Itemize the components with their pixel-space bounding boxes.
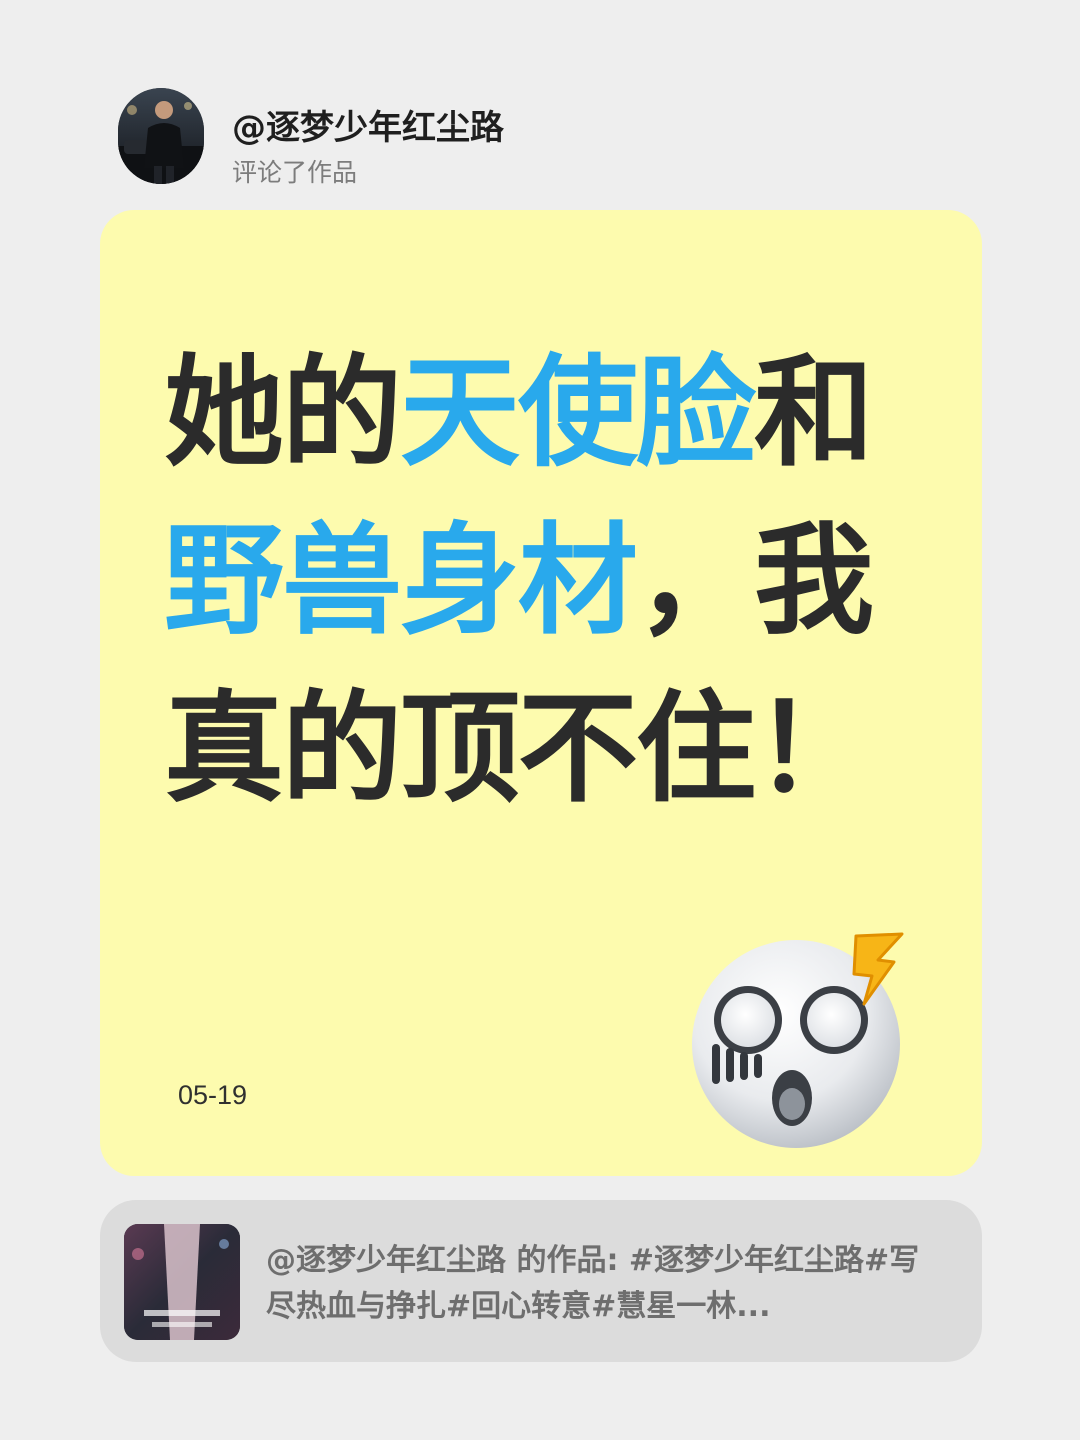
referenced-work-line: @逐梦少年红尘路 的作品: #逐梦少年红尘路#写 <box>266 1243 920 1278</box>
username[interactable]: @逐梦少年红尘路 <box>232 100 504 149</box>
avatar[interactable] <box>118 88 204 184</box>
headline-highlight: 天使脸 <box>400 344 756 483</box>
referenced-work-text[interactable]: @逐梦少年红尘路 的作品: #逐梦少年红尘路#写 尽热血与挣扎#回心转意#慧星一… <box>266 1238 956 1330</box>
headline-text: 她的 <box>164 344 402 483</box>
headline-text: ，我 <box>636 512 874 651</box>
headline-line-3: 真的顶不住！ <box>164 680 874 819</box>
comment-date: 05-19 <box>178 1080 248 1110</box>
comment-subtitle: 评论了作品 <box>232 158 358 187</box>
headline-highlight: 野兽身材 <box>164 512 638 651</box>
shocked-face-emoji-icon <box>688 926 918 1156</box>
comment-header: @逐梦少年红尘路 评论了作品 <box>118 88 818 188</box>
headline-line-2: 野兽身材，我 <box>164 498 964 666</box>
work-thumbnail[interactable] <box>124 1224 240 1340</box>
headline-line-1: 她的天使脸和 <box>164 330 964 498</box>
comment-headline: 她的天使脸和 野兽身材，我 真的顶不住！ <box>164 330 964 834</box>
referenced-work-line: 尽热血与挣扎#回心转意#慧星一林... <box>266 1289 771 1324</box>
referenced-work-card[interactable]: @逐梦少年红尘路 的作品: #逐梦少年红尘路#写 尽热血与挣扎#回心转意#慧星一… <box>100 1200 982 1362</box>
headline-text: 和 <box>754 344 874 483</box>
comment-card: 她的天使脸和 野兽身材，我 真的顶不住！ 05-19 <box>100 210 982 1176</box>
